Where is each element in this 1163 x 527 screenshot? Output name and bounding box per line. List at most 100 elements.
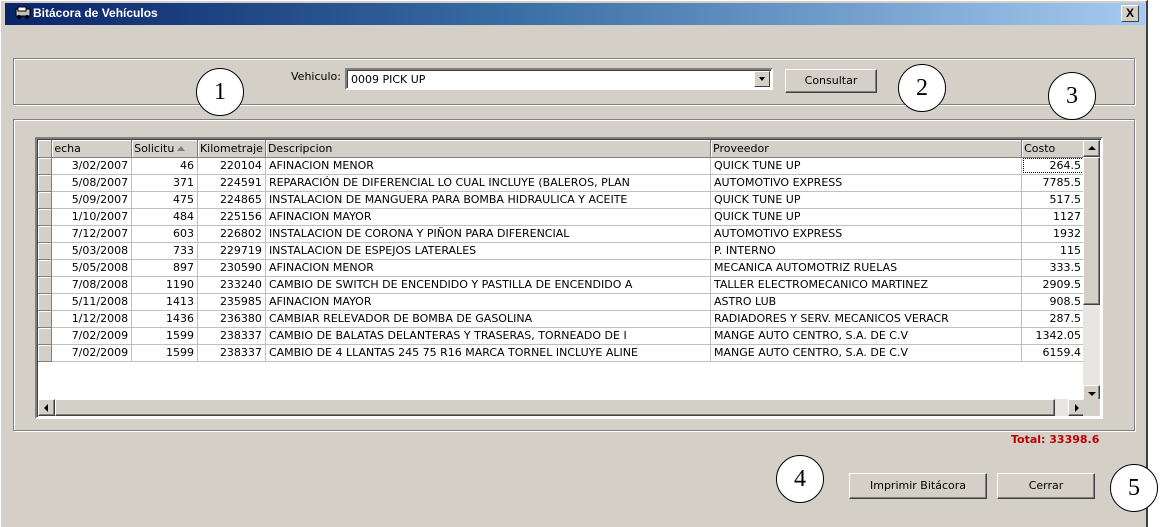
cell-solicitud[interactable]: 1413 — [131, 293, 198, 311]
title-bar[interactable]: Bitácora de Vehículos X — [5, 3, 1145, 25]
cell-kilometraje[interactable]: 225156 — [197, 208, 266, 226]
column-header-costo[interactable]: Costo — [1021, 140, 1085, 158]
cell-costo[interactable]: 7785.5 — [1021, 174, 1085, 192]
cell-descripcion[interactable]: CAMBIO DE SWITCH DE ENCENDIDO Y PASTILLA… — [265, 276, 712, 294]
cell-kilometraje[interactable]: 235985 — [197, 293, 266, 311]
column-header-proveedor[interactable]: Proveedor — [710, 140, 1023, 158]
cell-solicitud[interactable]: 1436 — [131, 310, 198, 328]
table-row[interactable]: 1/12/2008 1436 236380 CAMBIAR RELEVADOR DE … — [38, 310, 1085, 328]
cell-proveedor[interactable]: AUTOMOTIVO EXPRESS — [710, 225, 1023, 243]
column-header-kilometraje[interactable]: Kilometraje — [197, 140, 266, 158]
cell-descripcion[interactable]: INSTALACION DE CORONA Y PIÑON PARA DIFER… — [265, 225, 712, 243]
row-indicator[interactable] — [38, 174, 53, 192]
cell-fecha[interactable]: 7/02/2009 — [51, 344, 133, 362]
scroll-left-icon[interactable] — [38, 399, 55, 416]
cell-descripcion[interactable]: INSTALACION DE MANGUERA PARA BOMBA HIDRA… — [265, 191, 712, 209]
table-row[interactable]: 7/02/2009 1599 238337 CAMBIO DE BALATAS DEL… — [38, 327, 1085, 345]
cell-descripcion[interactable]: INSTALACION DE ESPEJOS LATERALES — [265, 242, 712, 260]
table-row[interactable]: 5/11/2008 1413 235985 AFINACION MAYOR ASTRO … — [38, 293, 1085, 311]
cell-proveedor[interactable]: ASTRO LUB — [710, 293, 1023, 311]
cell-costo[interactable]: 1932 — [1021, 225, 1085, 243]
vehicle-select[interactable]: 0009 PICK UP — [345, 68, 773, 90]
cell-descripcion[interactable]: REPARACIÓN DE DIFERENCIAL LO CUAL INCLUY… — [265, 174, 712, 192]
cell-solicitud[interactable]: 46 — [131, 157, 198, 175]
cell-kilometraje[interactable]: 238337 — [197, 344, 266, 362]
row-indicator[interactable] — [38, 191, 53, 209]
cell-costo[interactable]: 1127 — [1021, 208, 1085, 226]
column-header-descripcion[interactable]: Descripcion — [265, 140, 712, 158]
cell-fecha[interactable]: 7/08/2008 — [51, 276, 133, 294]
cell-fecha[interactable]: 5/05/2008 — [51, 259, 133, 277]
cell-descripcion[interactable]: CAMBIO DE BALATAS DELANTERAS Y TRASERAS,… — [265, 327, 712, 345]
row-indicator[interactable] — [38, 293, 53, 311]
vertical-scroll-thumb[interactable] — [1083, 157, 1100, 305]
row-indicator[interactable] — [38, 208, 53, 226]
cell-proveedor[interactable]: MANGE AUTO CENTRO, S.A. DE C.V — [710, 327, 1023, 345]
cell-proveedor[interactable]: QUICK TUNE UP — [710, 157, 1023, 175]
cell-costo[interactable]: 287.5 — [1021, 310, 1085, 328]
cell-proveedor[interactable]: QUICK TUNE UP — [710, 191, 1023, 209]
cell-descripcion[interactable]: AFINACION MENOR — [265, 259, 712, 277]
cell-kilometraje[interactable]: 226802 — [197, 225, 266, 243]
table-row[interactable]: 1/10/2007 484 225156 AFINACION MAYOR QUICK T… — [38, 208, 1085, 226]
cell-kilometraje[interactable]: 236380 — [197, 310, 266, 328]
consult-button[interactable]: Consultar — [785, 69, 877, 93]
print-log-button[interactable]: Imprimir Bitácora — [849, 473, 987, 499]
cell-costo[interactable]: 908.5 — [1021, 293, 1085, 311]
cell-descripcion[interactable]: AFINACION MAYOR — [265, 208, 712, 226]
cell-costo[interactable]: 115 — [1021, 242, 1085, 260]
row-indicator[interactable] — [38, 259, 53, 277]
cell-solicitud[interactable]: 897 — [131, 259, 198, 277]
cell-fecha[interactable]: 5/09/2007 — [51, 191, 133, 209]
cell-proveedor[interactable]: RADIADORES Y SERV. MECANICOS VERACR — [710, 310, 1023, 328]
cell-solicitud[interactable]: 1190 — [131, 276, 198, 294]
row-indicator[interactable] — [38, 310, 53, 328]
row-indicator[interactable] — [38, 327, 53, 345]
cell-fecha[interactable]: 7/02/2009 — [51, 327, 133, 345]
cell-kilometraje[interactable]: 238337 — [197, 327, 266, 345]
cell-descripcion[interactable]: AFINACION MAYOR — [265, 293, 712, 311]
cell-solicitud[interactable]: 1599 — [131, 344, 198, 362]
cell-costo[interactable]: 517.5 — [1021, 191, 1085, 209]
cell-fecha[interactable]: 7/12/2007 — [51, 225, 133, 243]
cell-costo[interactable]: 6159.4 — [1021, 344, 1085, 362]
cell-fecha[interactable]: 5/11/2008 — [51, 293, 133, 311]
cell-fecha[interactable]: 5/03/2008 — [51, 242, 133, 260]
close-button[interactable]: Cerrar — [997, 473, 1095, 499]
cell-costo[interactable]: 2909.5 — [1021, 276, 1085, 294]
table-row[interactable]: 7/08/2008 1190 233240 CAMBIO DE SWITCH DE E… — [38, 276, 1085, 294]
cell-proveedor[interactable]: TALLER ELECTROMECANICO MARTINEZ — [710, 276, 1023, 294]
cell-costo[interactable]: 333.5 — [1021, 259, 1085, 277]
row-indicator[interactable] — [38, 276, 53, 294]
cell-kilometraje[interactable]: 220104 — [197, 157, 266, 175]
cell-proveedor[interactable]: MANGE AUTO CENTRO, S.A. DE C.V — [710, 344, 1023, 362]
cell-proveedor[interactable]: AUTOMOTIVO EXPRESS — [710, 174, 1023, 192]
table-row[interactable]: 7/02/2009 1599 238337 CAMBIO DE 4 LLANTAS 2… — [38, 344, 1085, 362]
scroll-up-icon[interactable] — [1083, 140, 1100, 157]
close-icon[interactable]: X — [1121, 5, 1139, 22]
table-row[interactable]: 5/05/2008 897 230590 AFINACION MENOR MECANIC… — [38, 259, 1085, 277]
cell-solicitud[interactable]: 1599 — [131, 327, 198, 345]
column-header-fecha[interactable]: echa — [51, 140, 133, 158]
cell-kilometraje[interactable]: 230590 — [197, 259, 266, 277]
cell-proveedor[interactable]: QUICK TUNE UP — [710, 208, 1023, 226]
cell-kilometraje[interactable]: 224865 — [197, 191, 266, 209]
cell-descripcion[interactable]: AFINACION MENOR — [265, 157, 712, 175]
vertical-scrollbar[interactable] — [1083, 140, 1100, 402]
cell-solicitud[interactable]: 733 — [131, 242, 198, 260]
cell-costo[interactable]: 264.5 — [1021, 157, 1085, 175]
dropdown-arrow-icon[interactable] — [754, 71, 770, 87]
row-indicator[interactable] — [38, 225, 53, 243]
cell-descripcion[interactable]: CAMBIAR RELEVADOR DE BOMBA DE GASOLINA — [265, 310, 712, 328]
row-indicator[interactable] — [38, 344, 53, 362]
row-indicator[interactable] — [38, 242, 53, 260]
table-row[interactable]: 5/03/2008 733 229719 INSTALACION DE ESPEJOS… — [38, 242, 1085, 260]
vehicle-log-grid[interactable]: echa Solicitu Kilometraje Descripcion Pr… — [35, 137, 1103, 419]
cell-proveedor[interactable]: P. INTERNO — [710, 242, 1023, 260]
cell-proveedor[interactable]: MECANICA AUTOMOTRIZ RUELAS — [710, 259, 1023, 277]
cell-descripcion[interactable]: CAMBIO DE 4 LLANTAS 245 75 R16 MARCA TOR… — [265, 344, 712, 362]
cell-fecha[interactable]: 1/12/2008 — [51, 310, 133, 328]
horizontal-scrollbar[interactable] — [38, 399, 1085, 416]
cell-solicitud[interactable]: 484 — [131, 208, 198, 226]
cell-solicitud[interactable]: 371 — [131, 174, 198, 192]
